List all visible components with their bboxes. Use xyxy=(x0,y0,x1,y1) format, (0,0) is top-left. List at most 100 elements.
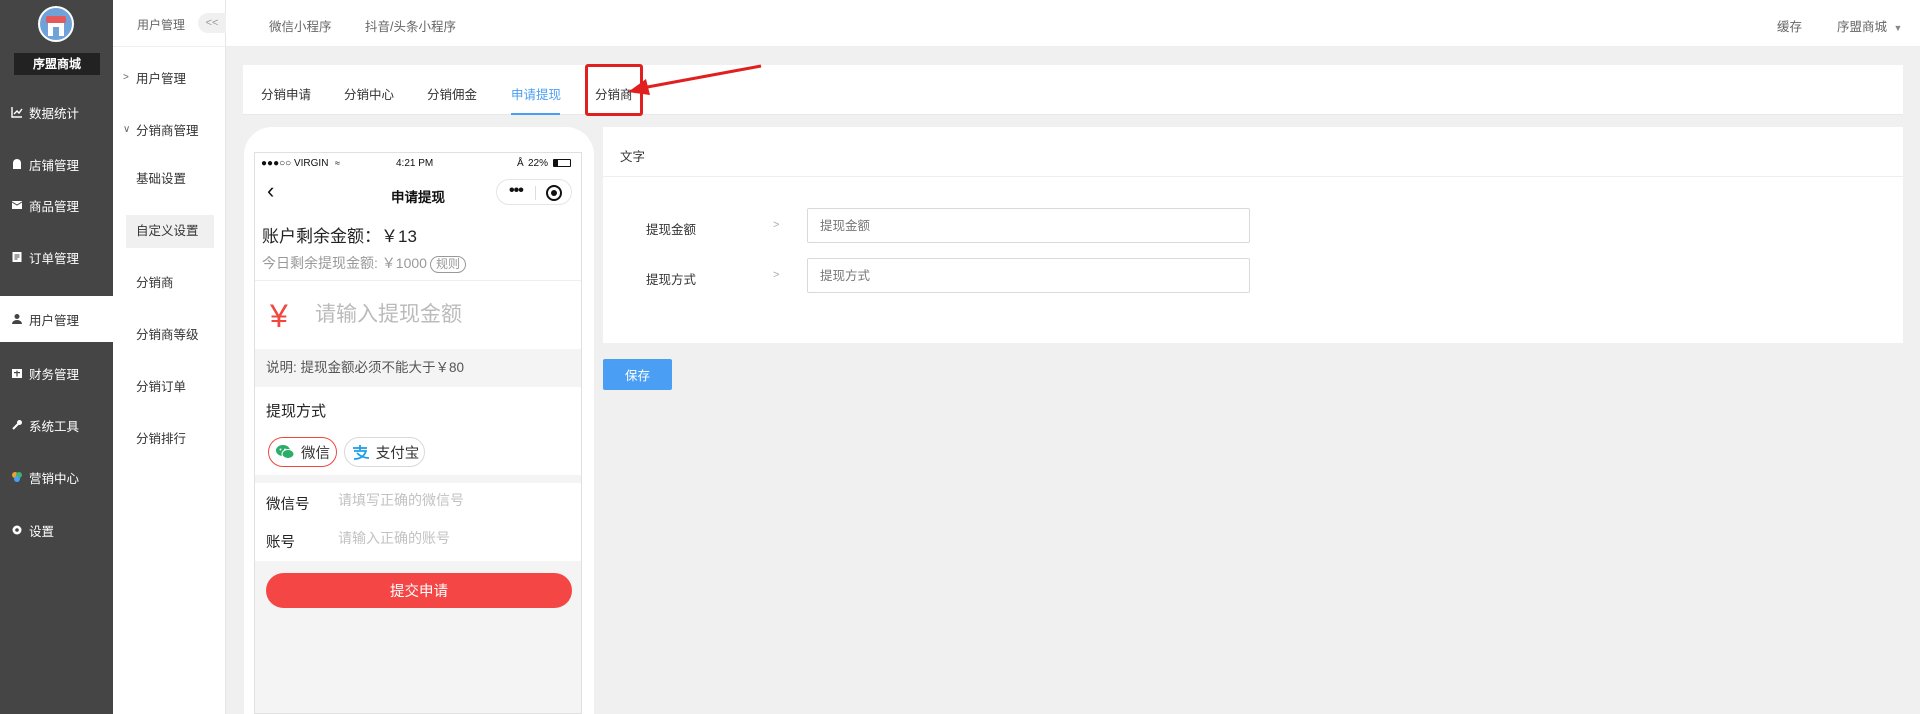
tab-distribution-center[interactable]: 分销中心 xyxy=(344,84,394,103)
phone-preview: ●●●○○ VIRGIN ≈ 4:21 PM Å 22% ‹ 申请提现 ••• … xyxy=(254,152,582,714)
red-arrow-annotation xyxy=(628,64,762,95)
chevron-right-icon: > xyxy=(773,219,780,231)
time-text: 4:21 PM xyxy=(396,158,434,169)
nav-item-goods[interactable]: 商品管理 xyxy=(0,182,113,228)
account-form: 微信号 账号 xyxy=(255,483,581,561)
wechat-pay-option[interactable]: 微信 xyxy=(268,437,337,467)
nav-item-shop[interactable]: 店铺管理 xyxy=(0,141,113,187)
alipay-option[interactable]: 支付宝 xyxy=(344,437,425,467)
submit-apply-button[interactable]: 提交申请 xyxy=(266,573,572,608)
tab-apply-withdraw[interactable]: 申请提现 xyxy=(511,84,561,103)
account-label: 账号 xyxy=(266,535,295,551)
withdraw-method-label: 提现方式 xyxy=(266,403,327,420)
wechat-no-row: 微信号 xyxy=(266,492,558,514)
nav-item-label: 财务管理 xyxy=(29,367,80,382)
user-name: 序盟商城 xyxy=(1837,20,1888,34)
amount-text-input[interactable] xyxy=(807,208,1250,243)
amount-section: ¥ xyxy=(255,281,581,349)
sub-item-distributors[interactable]: 分销商 xyxy=(126,267,214,300)
save-button[interactable]: 保存 xyxy=(603,359,672,390)
sub-sidebar-title: 用户管理 xyxy=(137,18,186,32)
nav-item-tools[interactable]: 系统工具 xyxy=(0,402,113,448)
nav-item-label: 营销中心 xyxy=(29,471,80,486)
nav-item-label: 店铺管理 xyxy=(29,158,80,173)
miniprogram-capsule[interactable]: ••• xyxy=(496,179,572,205)
tab-distribution-apply[interactable]: 分销申请 xyxy=(261,84,311,103)
chevron-right-icon: > xyxy=(123,72,129,83)
goods-icon xyxy=(10,198,24,212)
cache-button[interactable]: 缓存 xyxy=(1777,16,1802,35)
battery-icon xyxy=(553,159,571,167)
active-tab-indicator xyxy=(511,113,560,115)
group-user-management[interactable]: > 用户管理 xyxy=(123,68,186,87)
wechat-label: 微信 xyxy=(301,445,330,462)
group-label: 分销商管理 xyxy=(136,124,199,138)
chevron-down-icon: ∨ xyxy=(123,124,131,135)
nav-item-label: 用户管理 xyxy=(29,313,80,328)
rule-badge[interactable]: 规则 xyxy=(429,256,466,273)
account-row: 账号 xyxy=(266,530,558,552)
withdraw-amount-input[interactable] xyxy=(315,301,565,329)
method-text-input[interactable] xyxy=(807,258,1250,293)
sub-sidebar-header: 用户管理 << xyxy=(113,0,226,47)
withdraw-method-section: 提现方式 微信 支付宝 xyxy=(255,387,581,475)
sub-item-custom-settings[interactable]: 自定义设置 xyxy=(126,215,214,248)
sub-sidebar: 用户管理 << > 用户管理 ∨ 分销商管理 基础设置 自定义设置 分销商 分销… xyxy=(113,0,226,714)
panel-header: 文字 xyxy=(603,127,1903,177)
phone-nav-bar: ‹ 申请提现 ••• xyxy=(255,173,581,211)
nav-item-label: 商品管理 xyxy=(29,199,80,214)
sub-item-basic-settings[interactable]: 基础设置 xyxy=(126,163,214,196)
marketing-icon xyxy=(10,470,24,484)
group-distributor-management[interactable]: ∨ 分销商管理 xyxy=(123,120,199,139)
nav-item-marketing[interactable]: 营销中心 xyxy=(0,454,113,500)
alipay-label: 支付宝 xyxy=(375,445,420,462)
wechat-icon xyxy=(276,445,295,459)
sub-item-distribution-ranking[interactable]: 分销排行 xyxy=(126,423,214,456)
nav-item-label: 系统工具 xyxy=(29,419,80,434)
user-icon xyxy=(10,312,24,326)
today-limit-text: 今日剩余提现金额: ￥1000 xyxy=(262,255,427,271)
alipay-icon xyxy=(352,445,369,460)
field-label-amount: 提现金额 xyxy=(646,223,697,237)
withdraw-note: 说明: 提现金额必须不能大于￥80 xyxy=(255,349,581,387)
nav-item-stats[interactable]: 数据统计 xyxy=(0,89,113,135)
battery-text: 22% xyxy=(528,158,549,169)
chart-icon xyxy=(10,105,24,119)
nav-item-label: 数据统计 xyxy=(29,106,80,121)
more-icon[interactable]: ••• xyxy=(509,182,524,200)
chevron-down-icon: ▼ xyxy=(1893,23,1903,33)
shop-icon xyxy=(10,157,24,171)
sub-item-distributor-levels[interactable]: 分销商等级 xyxy=(126,319,214,352)
main-sidebar: 序盟商城 数据统计 店铺管理 商品管理 订单管理 用户管理 财务管理 系统工具 … xyxy=(0,0,113,714)
bluetooth-icon: Å xyxy=(517,158,524,169)
collapse-button[interactable]: << xyxy=(198,13,226,33)
nav-item-orders[interactable]: 订单管理 xyxy=(0,234,113,280)
tab-bar: 分销申请 分销中心 分销佣金 申请提现 分销商 xyxy=(243,65,1903,115)
account-input[interactable] xyxy=(338,530,558,546)
store-logo[interactable] xyxy=(38,6,74,42)
close-miniprogram-icon[interactable] xyxy=(546,185,562,201)
today-withdraw-limit: 今日剩余提现金额: ￥1000 规则 xyxy=(262,253,466,273)
top-bar: 微信小程序 抖音/头条小程序 缓存 序盟商城 ▼ xyxy=(226,0,1920,47)
wechat-no-input[interactable] xyxy=(338,492,558,508)
nav-item-users[interactable]: 用户管理 xyxy=(0,296,113,342)
text-settings-panel: 文字 提现金额 > 提现方式 > xyxy=(603,127,1903,343)
nav-item-label: 设置 xyxy=(29,524,55,539)
user-menu[interactable]: 序盟商城 ▼ xyxy=(1837,16,1902,35)
top-tab-douyin-miniprogram[interactable]: 抖音/头条小程序 xyxy=(365,16,456,35)
yen-icon: ¥ xyxy=(270,298,288,334)
finance-icon xyxy=(10,366,24,380)
nav-item-finance[interactable]: 财务管理 xyxy=(0,350,113,396)
nav-item-settings[interactable]: 设置 xyxy=(0,507,113,553)
top-tab-wechat-miniprogram[interactable]: 微信小程序 xyxy=(269,16,332,35)
wifi-icon: ≈ xyxy=(335,158,340,168)
sub-item-distribution-orders[interactable]: 分销订单 xyxy=(126,371,214,404)
wrench-icon xyxy=(10,418,24,432)
chevron-right-icon: > xyxy=(773,269,780,281)
phone-status-bar: ●●●○○ VIRGIN ≈ 4:21 PM Å 22% xyxy=(255,153,581,173)
field-label-method: 提现方式 xyxy=(646,273,697,287)
gear-icon xyxy=(10,523,24,537)
carrier-text: ●●●○○ VIRGIN xyxy=(261,158,329,169)
tab-distribution-commission[interactable]: 分销佣金 xyxy=(427,84,477,103)
panel-section-title: 文字 xyxy=(620,150,646,164)
